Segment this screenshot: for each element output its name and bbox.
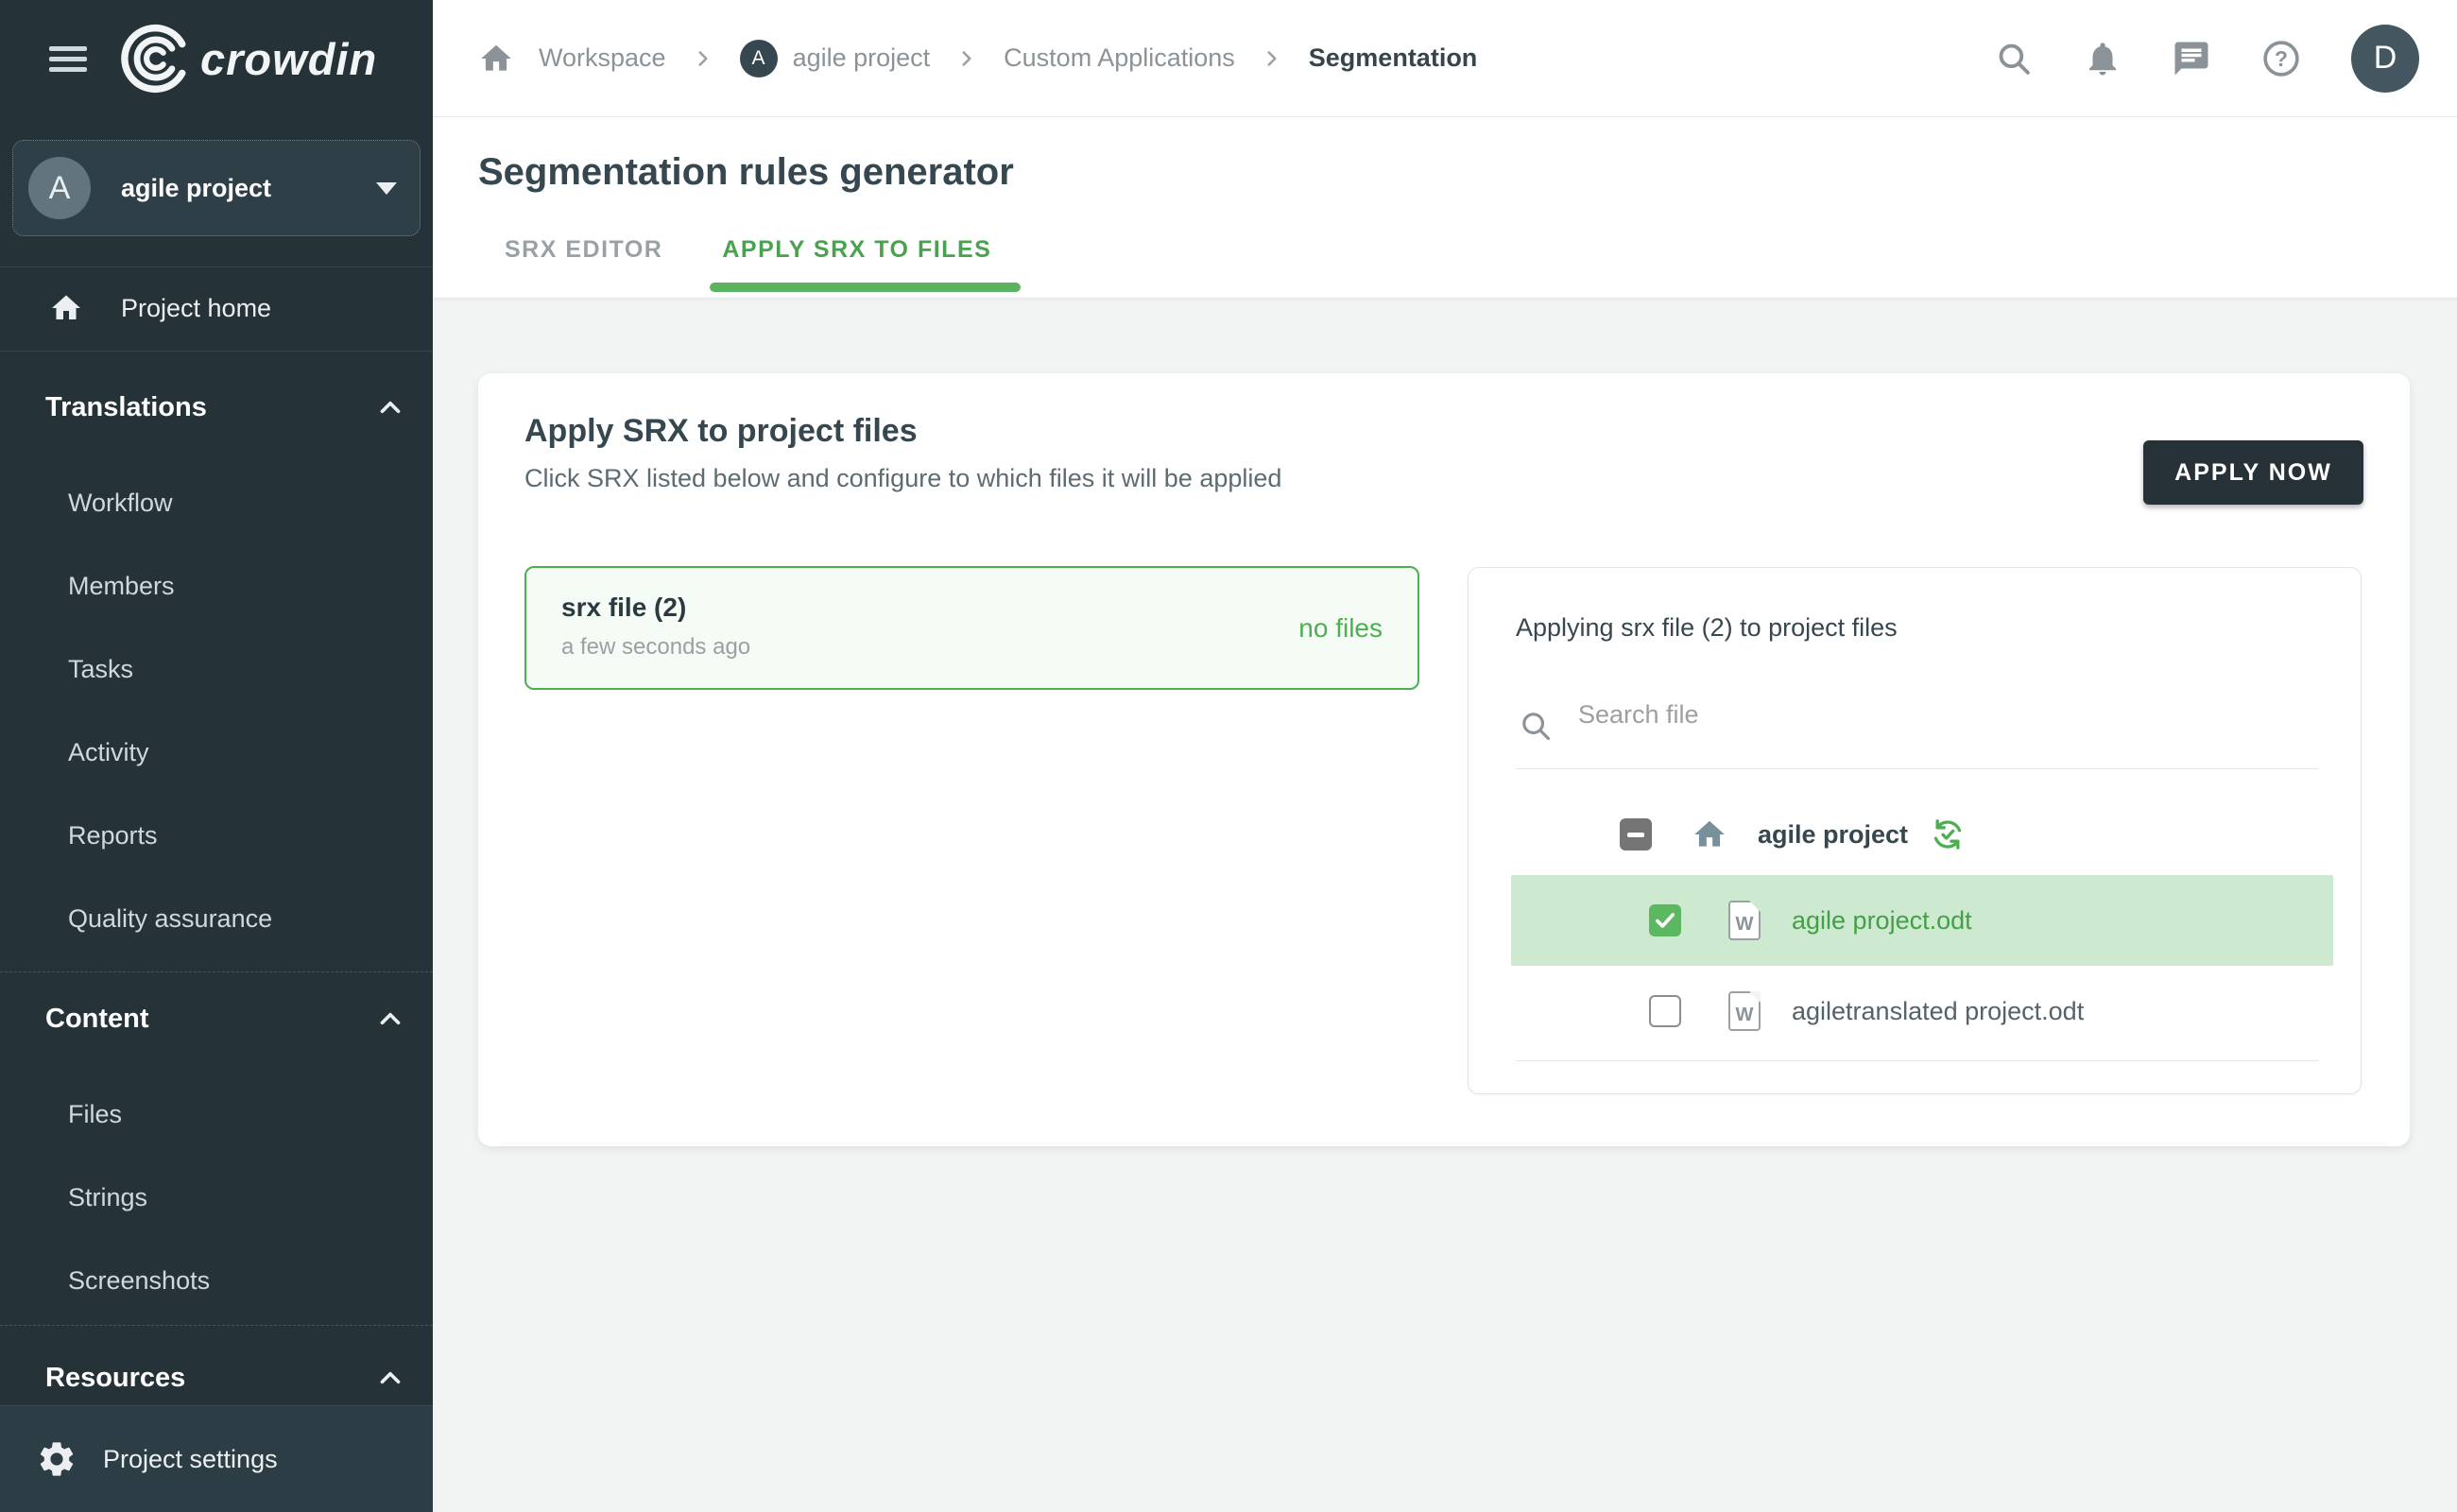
files-panel-title: Applying srx file (2) to project files [1516, 613, 1898, 643]
chevron-right-icon [691, 46, 715, 71]
apply-srx-card: Apply SRX to project files Click SRX lis… [478, 373, 2410, 1146]
breadcrumb-label: agile project [793, 43, 931, 73]
sidebar-item-tasks[interactable]: Tasks [0, 627, 433, 711]
page-title: Segmentation rules generator [478, 151, 1014, 194]
sidebar-top: crowdin [0, 0, 433, 117]
tab-apply-srx-to-files[interactable]: APPLY SRX TO FILES [722, 223, 991, 277]
svg-text:?: ? [2275, 46, 2288, 71]
content-area: Apply SRX to project files Click SRX lis… [433, 298, 2457, 1512]
page-header: Segmentation rules generator SRX EDITOR … [433, 117, 2457, 298]
sidebar-section-translations[interactable]: Translations [0, 374, 433, 440]
sidebar-item-members[interactable]: Members [0, 544, 433, 627]
root-project-name: agile project [1758, 820, 1908, 850]
tree-root-row[interactable]: agile project [1620, 789, 1967, 880]
crowdin-logo-text: crowdin [200, 33, 377, 85]
files-panel: Applying srx file (2) to project files a… [1468, 567, 2362, 1094]
srx-file-card[interactable]: srx file (2) a few seconds ago no files [524, 566, 1419, 690]
sync-success-icon [1929, 816, 1967, 853]
gear-icon [36, 1438, 77, 1480]
top-navbar: Workspace A agile project Custom Applica… [433, 0, 2457, 117]
divider [1516, 1060, 2319, 1061]
sidebar-item-files[interactable]: Files [0, 1073, 433, 1156]
chevron-right-icon [1260, 46, 1284, 71]
breadcrumb-workspace[interactable]: Workspace [539, 43, 666, 73]
tabs: SRX EDITOR APPLY SRX TO FILES [505, 223, 991, 277]
sidebar-item-label: Project settings [103, 1445, 278, 1474]
crowdin-logo[interactable]: crowdin [121, 24, 377, 94]
home-icon[interactable] [478, 41, 514, 77]
sidebar-item-screenshots[interactable]: Screenshots [0, 1239, 433, 1322]
sidebar-item-project-settings[interactable]: Project settings [0, 1405, 433, 1512]
tab-srx-editor[interactable]: SRX EDITOR [505, 223, 662, 277]
chevron-up-icon [374, 1362, 406, 1394]
sidebar-item-workflow[interactable]: Workflow [0, 461, 433, 544]
breadcrumb: Workspace A agile project Custom Applica… [478, 40, 1477, 77]
crowdin-logo-icon [121, 24, 191, 94]
tab-label: APPLY SRX TO FILES [722, 236, 991, 263]
divider [1516, 768, 2319, 769]
breadcrumb-custom-applications[interactable]: Custom Applications [1004, 43, 1235, 73]
search-icon[interactable] [1994, 39, 2034, 78]
apply-now-button[interactable]: APPLY NOW [2143, 440, 2363, 505]
home-icon [49, 291, 83, 325]
sidebar-item-activity[interactable]: Activity [0, 711, 433, 794]
active-tab-underline [710, 283, 1021, 292]
sidebar-item-quality-assurance[interactable]: Quality assurance [0, 877, 433, 960]
messages-icon[interactable] [2172, 39, 2211, 78]
hamburger-menu-icon[interactable] [49, 41, 87, 77]
file-name: agiletranslated project.odt [1792, 997, 2084, 1026]
file-checkbox-checked[interactable] [1649, 904, 1681, 936]
word-document-icon: W [1728, 901, 1761, 940]
file-row[interactable]: W agiletranslated project.odt [1511, 966, 2333, 1057]
search-file-input[interactable] [1578, 700, 2240, 730]
srx-file-name: srx file (2) [561, 593, 686, 623]
chevron-up-icon [374, 1003, 406, 1035]
sidebar-item-reports[interactable]: Reports [0, 794, 433, 877]
project-avatar: A [28, 157, 91, 219]
sidebar-section-content[interactable]: Content [0, 986, 433, 1052]
project-selector[interactable]: A agile project [12, 140, 421, 236]
root-checkbox-indeterminate[interactable] [1620, 818, 1652, 850]
srx-file-time: a few seconds ago [561, 634, 750, 661]
sidebar-item-strings[interactable]: Strings [0, 1156, 433, 1239]
sidebar-section-resources[interactable]: Resources [0, 1345, 433, 1411]
divider [0, 351, 433, 352]
file-name: agile project.odt [1792, 906, 1972, 936]
file-checkbox-unchecked[interactable] [1649, 995, 1681, 1027]
notifications-bell-icon[interactable] [2083, 39, 2122, 78]
sidebar-item-label: Project home [121, 294, 271, 323]
divider [0, 971, 433, 972]
word-document-icon: W [1728, 991, 1761, 1031]
user-avatar[interactable]: D [2351, 25, 2419, 93]
home-icon [1692, 816, 1727, 852]
project-avatar: A [740, 40, 778, 77]
sidebar-item-project-home[interactable]: Project home [0, 267, 433, 349]
srx-file-status: no files [1298, 613, 1383, 644]
help-icon[interactable]: ? [2260, 38, 2302, 79]
section-title: Translations [45, 392, 207, 423]
breadcrumb-segmentation: Segmentation [1309, 43, 1478, 73]
chevron-up-icon [374, 391, 406, 423]
card-subtitle: Click SRX listed below and configure to … [524, 464, 1281, 493]
section-title: Content [45, 1004, 149, 1035]
caret-down-icon [376, 182, 397, 195]
breadcrumb-project[interactable]: A agile project [740, 40, 931, 77]
chevron-right-icon [954, 46, 979, 71]
sidebar: crowdin A agile project Project home Tra… [0, 0, 433, 1512]
divider [0, 1325, 433, 1326]
section-title: Resources [45, 1363, 185, 1394]
project-selector-name: agile project [121, 174, 376, 203]
search-icon [1518, 708, 1554, 744]
file-row-selected[interactable]: W agile project.odt [1511, 875, 2333, 966]
card-title: Apply SRX to project files [524, 413, 918, 450]
topbar-icons: ? D [1994, 25, 2457, 93]
